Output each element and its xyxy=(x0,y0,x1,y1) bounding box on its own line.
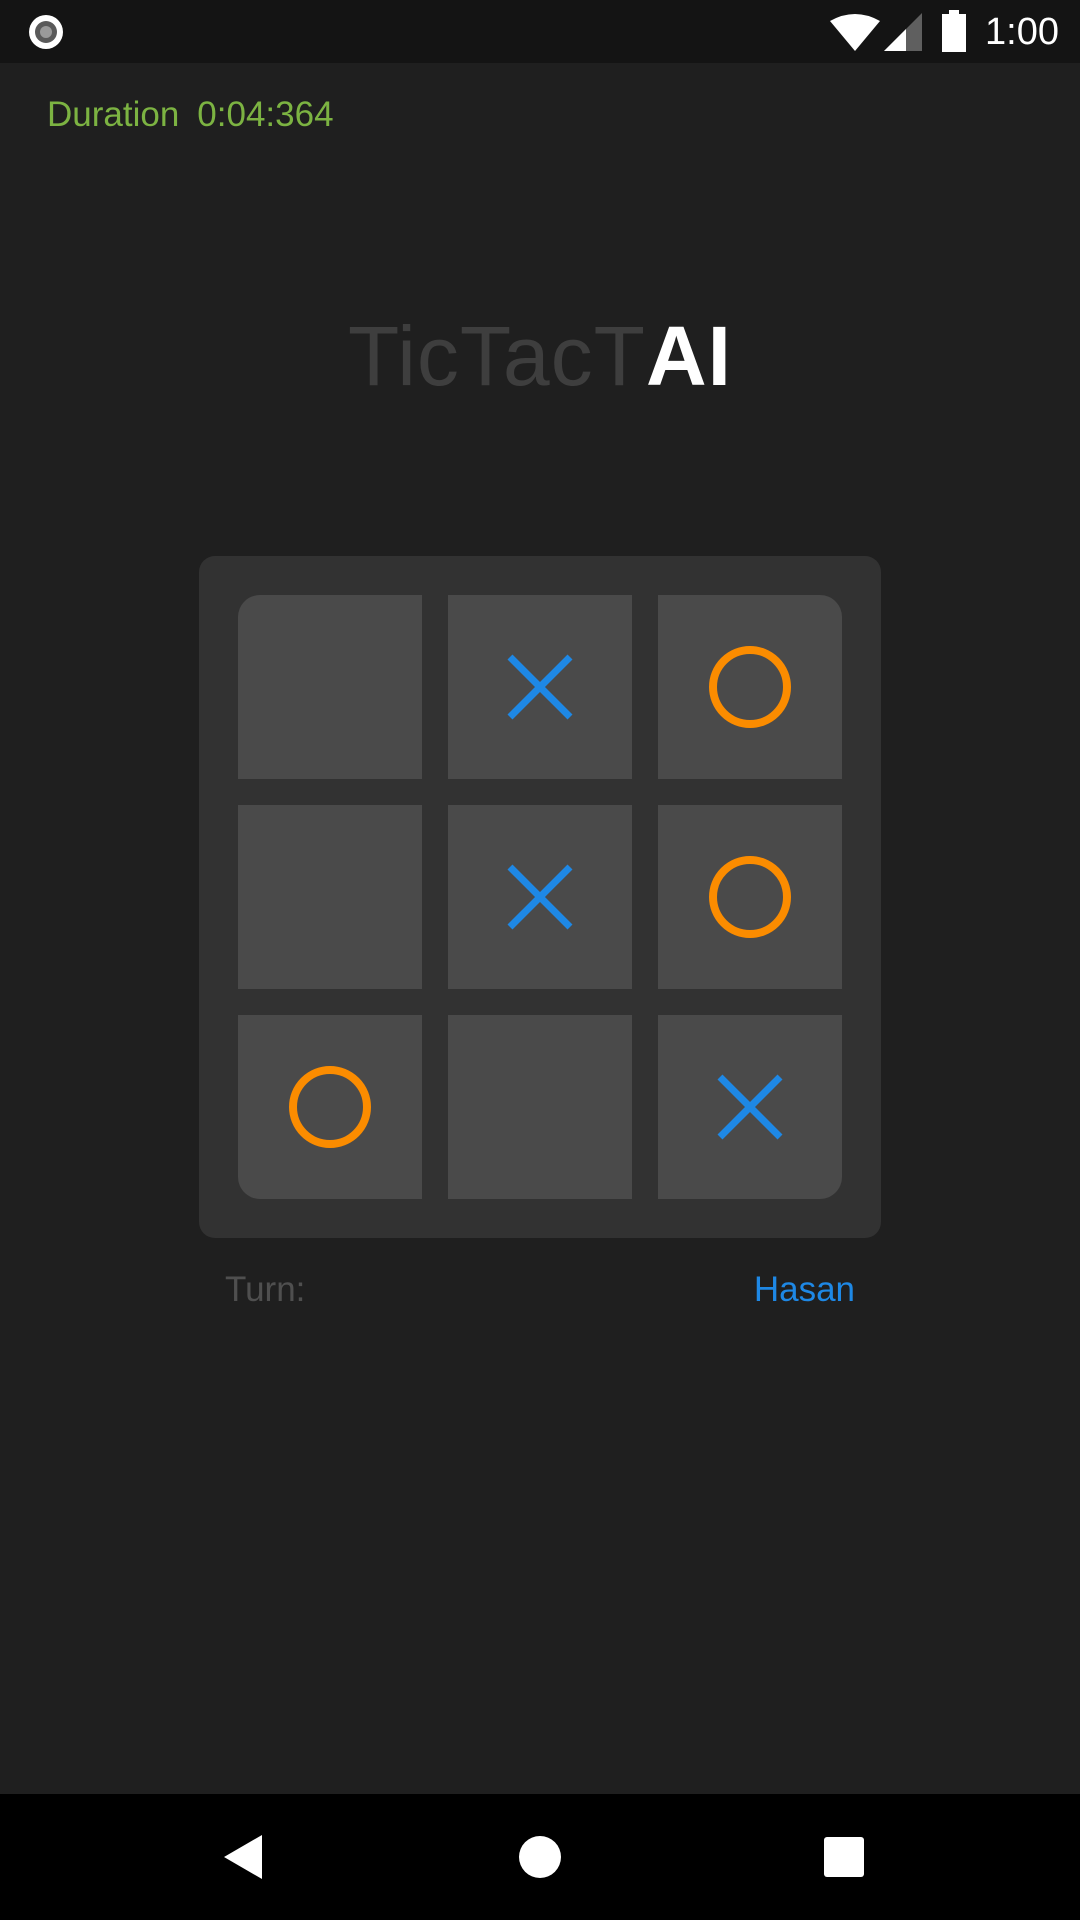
board-cell-6[interactable] xyxy=(658,805,842,989)
o-mark-icon xyxy=(709,646,791,728)
turn-label: Turn: xyxy=(225,1270,306,1309)
recents-icon[interactable] xyxy=(814,1827,874,1887)
board-cell-9[interactable] xyxy=(658,1015,842,1199)
record-icon xyxy=(29,15,63,49)
home-icon[interactable] xyxy=(510,1827,570,1887)
game-board xyxy=(199,556,881,1238)
board-cell-7[interactable] xyxy=(238,1015,422,1199)
board-cell-2[interactable] xyxy=(448,595,632,779)
status-time: 1:00 xyxy=(985,11,1059,53)
app-title-light: TicTacT xyxy=(348,309,646,403)
x-mark-icon xyxy=(507,654,573,720)
app-title-bold: AI xyxy=(645,309,732,403)
wifi-icon xyxy=(830,14,880,51)
x-mark-icon xyxy=(717,1074,783,1140)
navigation-bar xyxy=(0,1794,1080,1920)
back-icon[interactable] xyxy=(210,1827,270,1887)
app-title: TicTacTAI xyxy=(0,308,1080,404)
status-bar: 1:00 xyxy=(0,0,1080,63)
board-cell-5[interactable] xyxy=(448,805,632,989)
battery-icon xyxy=(942,10,966,52)
duration-value: 0:04:364 xyxy=(197,95,334,134)
duration-label: Duration xyxy=(47,95,180,134)
turn-player-name: Hasan xyxy=(753,1270,855,1309)
board-cell-1[interactable] xyxy=(238,595,422,779)
board-cell-3[interactable] xyxy=(658,595,842,779)
x-mark-icon xyxy=(507,864,573,930)
cell-signal-icon xyxy=(884,13,922,51)
duration-display: Duration 0:04:364 xyxy=(47,93,334,137)
board-cell-4[interactable] xyxy=(238,805,422,989)
o-mark-icon xyxy=(709,856,791,938)
board-cell-8[interactable] xyxy=(448,1015,632,1199)
o-mark-icon xyxy=(289,1066,371,1148)
